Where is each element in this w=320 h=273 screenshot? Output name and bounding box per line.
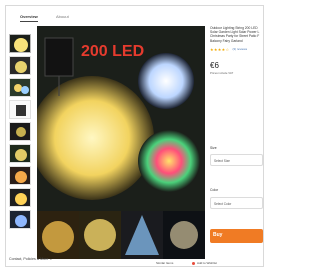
color-label: Color [210, 188, 219, 192]
price-note: Prices include VAT [210, 70, 234, 75]
thumbnail-6[interactable] [9, 144, 31, 163]
thumbnail-2[interactable] [9, 56, 31, 75]
led-banner-text: 200 LED [81, 43, 144, 60]
star-rating-icon: ★★★★☆ [210, 46, 230, 52]
price: €6 [210, 60, 219, 70]
main-product-image[interactable]: 200 LED [37, 26, 205, 211]
wishlist-button[interactable]: Add to Wishlist [197, 261, 217, 265]
thumbnail-list [6, 34, 34, 254]
thumbnail-3[interactable] [9, 78, 31, 97]
similar-items-button[interactable]: Similar Items [156, 261, 173, 265]
tab-overview[interactable]: Overview [20, 14, 38, 22]
thumbnail-7[interactable] [9, 166, 31, 185]
reviews-link[interactable]: (3) reviews [232, 47, 247, 51]
image-strip [37, 211, 205, 259]
rating-row: ★★★★☆ (3) reviews [210, 47, 263, 52]
product-info-panel: Outdoor Lighting String 200 LED Solar Ga… [210, 26, 263, 266]
size-select[interactable]: Select Size [210, 154, 263, 166]
thumbnail-1[interactable] [9, 34, 31, 53]
product-title: Outdoor Lighting String 200 LED Solar Ga… [210, 26, 260, 43]
product-page: Overview Abouut 200 LED Contact, Policie… [5, 5, 264, 267]
thumbnail-9[interactable] [9, 210, 31, 229]
bottom-action-bar: Similar Items Add to Wishlist [156, 261, 263, 266]
color-select[interactable]: Select Color [210, 197, 263, 209]
tab-bar: Overview Abouut [6, 14, 206, 26]
size-label: Size [210, 146, 217, 150]
footer-contact-link[interactable]: Contact, Policies & More ⌄ [9, 257, 52, 261]
buy-button[interactable]: Buy [210, 229, 263, 243]
thumbnail-4[interactable] [9, 100, 31, 119]
tab-about[interactable]: Abouut [56, 14, 69, 19]
heart-icon [192, 262, 195, 265]
thumbnail-5[interactable] [9, 122, 31, 141]
thumbnail-8[interactable] [9, 188, 31, 207]
